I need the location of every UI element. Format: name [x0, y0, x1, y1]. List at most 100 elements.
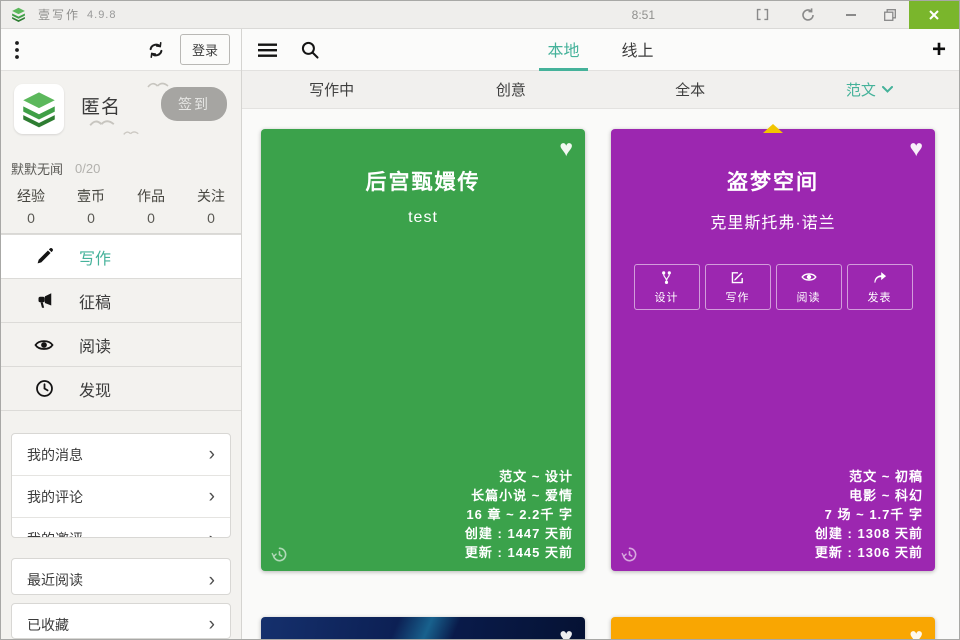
filter-ideas[interactable]: 创意: [421, 79, 600, 100]
close-icon: [928, 9, 940, 21]
favorite-heart-icon[interactable]: ♥: [909, 135, 923, 162]
megaphone-icon: [34, 291, 54, 311]
tab-online[interactable]: 线上: [614, 29, 662, 71]
profile-section: 匿名 签到: [1, 71, 241, 156]
avatar[interactable]: [14, 84, 64, 134]
sidebar-item-label: 发现: [79, 377, 111, 401]
history-icon: [271, 546, 288, 563]
history-icon: [621, 546, 638, 563]
chevron-right-icon: ›: [209, 487, 215, 506]
category-dropdown-label: 范文: [846, 79, 876, 100]
work-card-navy[interactable]: ♥: [261, 617, 585, 639]
favorite-heart-icon[interactable]: ♥: [559, 623, 573, 639]
sidebar-item-my-comments[interactable]: 我的评论 ›: [12, 476, 230, 518]
restore-icon: [883, 8, 897, 22]
minimize-button[interactable]: [831, 1, 870, 29]
link-label: 我的邀评: [27, 529, 83, 538]
fullscreen-button[interactable]: [739, 1, 785, 29]
card-title: 后宫甄嬛传: [261, 166, 585, 196]
login-button[interactable]: 登录: [180, 34, 230, 65]
cards-grid: ♥ 后宫甄嬛传 test 范文 ~ 设计 长篇小说 ~ 爱情 16 章 ~ 2.…: [242, 109, 959, 639]
sidebar-item-discover[interactable]: 发现: [1, 367, 241, 411]
sidebar-item-recent-reading[interactable]: 最近阅读 ›: [12, 559, 230, 594]
write-button[interactable]: 写作: [705, 264, 771, 310]
history-button[interactable]: [271, 546, 288, 563]
level-progress: 0/20: [75, 161, 100, 176]
sidebar-item-my-messages[interactable]: 我的消息 ›: [12, 434, 230, 476]
sidebar-item-favorites[interactable]: 已收藏 ›: [12, 604, 230, 639]
sidebar-item-writing[interactable]: 写作: [1, 235, 241, 279]
my-links-group: 我的消息 › 我的评论 › 我的邀评 ›: [11, 433, 231, 538]
action-label: 设计: [655, 289, 679, 305]
bird-decoration-icon: [147, 80, 169, 90]
card-actions: 设计 写作: [611, 264, 935, 310]
sidebar-item-label: 写作: [79, 245, 111, 269]
kebab-menu-icon[interactable]: [14, 40, 20, 60]
restore-button[interactable]: [870, 1, 909, 29]
avatar-layers-icon: [18, 88, 60, 130]
link-label: 我的评论: [27, 487, 83, 507]
checkin-button[interactable]: 签到: [161, 87, 227, 121]
app-version: 4.9.8: [87, 9, 116, 21]
history-button[interactable]: [621, 546, 638, 563]
link-label: 已收藏: [27, 615, 69, 635]
sidebar: 登录 匿名: [1, 29, 242, 639]
category-dropdown[interactable]: 范文: [780, 79, 959, 100]
selected-indicator-triangle: [763, 124, 783, 133]
card-title: 盗梦空间: [611, 166, 935, 196]
favorites-group: 已收藏 ›: [11, 603, 231, 639]
favorite-heart-icon[interactable]: ♥: [909, 623, 923, 639]
action-label: 发表: [868, 289, 892, 305]
work-card-houggong[interactable]: ♥ 后宫甄嬛传 test 范文 ~ 设计 长篇小说 ~ 爱情 16 章 ~ 2.…: [261, 129, 585, 571]
eye-icon: [34, 335, 54, 355]
stat-coins: 壹币 0: [61, 186, 121, 233]
local-online-tabs: 本地 线上: [242, 29, 959, 71]
card-meta: 范文 ~ 初稿 电影 ~ 科幻 7 场 ~ 1.7千 字 创建 : 1308 天…: [815, 467, 923, 562]
work-card-orange[interactable]: ♥: [611, 617, 935, 639]
refresh-button[interactable]: [147, 41, 165, 59]
app-window: 壹写作 4.9.8 8:51: [0, 0, 960, 640]
publish-button[interactable]: 发表: [847, 264, 913, 310]
sidebar-item-label: 阅读: [79, 333, 111, 357]
design-button[interactable]: 设计: [634, 264, 700, 310]
card-meta: 范文 ~ 设计 长篇小说 ~ 爱情 16 章 ~ 2.2千 字 创建 : 144…: [465, 467, 573, 562]
publish-icon: [872, 270, 887, 285]
filter-in-progress[interactable]: 写作中: [242, 79, 421, 100]
favorite-heart-icon[interactable]: ♥: [559, 135, 573, 162]
minimize-icon: [846, 14, 856, 16]
clock-icon: [34, 379, 54, 399]
sidebar-item-submissions[interactable]: 征稿: [1, 279, 241, 323]
action-label: 写作: [726, 289, 750, 305]
close-button[interactable]: [909, 1, 959, 29]
app-title: 壹写作: [38, 6, 80, 23]
sidebar-item-reading[interactable]: 阅读: [1, 323, 241, 367]
main-toolbar: 本地 线上 +: [242, 29, 959, 71]
read-button[interactable]: 阅读: [776, 264, 842, 310]
card-subtitle: test: [261, 209, 585, 227]
chevron-down-icon: [882, 86, 893, 93]
add-work-button[interactable]: +: [932, 38, 946, 62]
link-label: 我的消息: [27, 445, 83, 465]
reload-icon: [800, 7, 816, 23]
stat-works: 作品 0: [121, 186, 181, 233]
reload-button[interactable]: [785, 1, 831, 29]
main-area: 本地 线上 + 写作中 创意 全本 范文 ♥: [242, 29, 959, 639]
filter-complete[interactable]: 全本: [601, 79, 780, 100]
tab-local[interactable]: 本地: [539, 29, 587, 71]
fullscreen-icon: [755, 7, 770, 22]
design-branch-icon: [659, 270, 674, 285]
pencil-icon: [34, 247, 54, 267]
stat-experience: 经验 0: [1, 186, 61, 233]
app-logo-icon: [10, 6, 27, 23]
level-row: 默默无闻 0/20: [1, 156, 241, 181]
sidebar-item-my-review-invites[interactable]: 我的邀评 ›: [12, 518, 230, 538]
filter-bar: 写作中 创意 全本 范文: [242, 71, 959, 109]
chevron-right-icon: ›: [209, 571, 215, 590]
chevron-right-icon: ›: [209, 445, 215, 464]
link-label: 最近阅读: [27, 570, 83, 590]
edit-icon: [730, 270, 745, 285]
card-subtitle: 克里斯托弗·诺兰: [611, 209, 935, 233]
action-label: 阅读: [797, 289, 821, 305]
sidebar-menu: 写作 征稿: [1, 234, 241, 411]
work-card-inception[interactable]: ♥ 盗梦空间 克里斯托弗·诺兰 设计: [611, 129, 935, 571]
